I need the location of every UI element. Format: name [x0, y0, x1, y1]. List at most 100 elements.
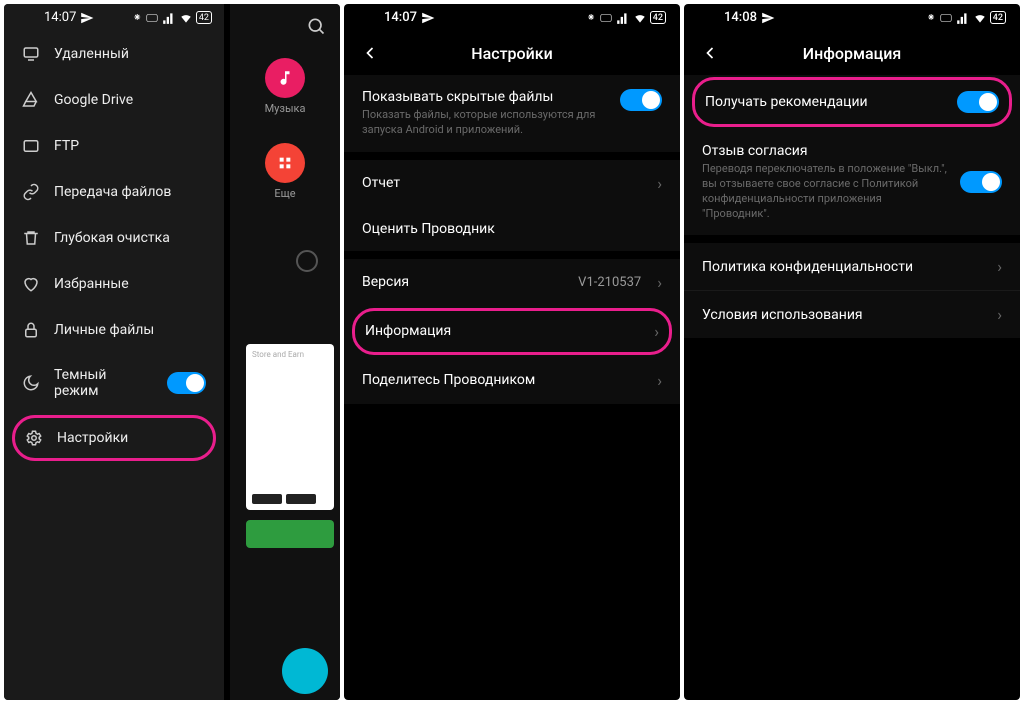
- store-badge: [252, 494, 282, 504]
- wifi-icon: [633, 11, 647, 25]
- drawer-label: Удаленный: [54, 46, 129, 62]
- more-label: Еще: [274, 187, 295, 200]
- volte-icon: [145, 11, 159, 25]
- setting-title: Версия: [362, 274, 568, 290]
- recommendations-toggle[interactable]: [957, 91, 999, 113]
- setting-title: Информация: [365, 323, 644, 339]
- consent-toggle[interactable]: [960, 171, 1002, 193]
- chevron-right-icon: ›: [657, 273, 662, 292]
- drawer-label: FTP: [54, 138, 79, 154]
- setting-consent[interactable]: Отзыв согласия Переводя переключатель в …: [684, 129, 1020, 235]
- moon-icon: [22, 374, 40, 392]
- drawer-item-transfer[interactable]: Передача файлов: [4, 169, 224, 215]
- setting-rate[interactable]: Оценить Проводник: [344, 207, 680, 251]
- setting-title: Показывать скрытые файлы: [362, 89, 610, 105]
- status-bar: 14:07 ⁕ 42: [344, 4, 680, 31]
- setting-subtitle: Показать файлы, которые используются для…: [362, 108, 610, 138]
- bluetooth-icon: ⁕: [587, 11, 596, 24]
- drawer-item-cleanup[interactable]: Глубокая очистка: [4, 215, 224, 261]
- battery-icon: 42: [196, 11, 212, 24]
- drawer-item-favorites[interactable]: Избранные: [4, 261, 224, 307]
- store-badge: [286, 494, 316, 504]
- gear-icon: [25, 429, 43, 447]
- drawer-item-settings[interactable]: Настройки: [12, 415, 216, 461]
- setting-information[interactable]: Информация ›: [352, 308, 672, 355]
- bluetooth-icon: ⁕: [927, 11, 936, 24]
- battery-icon: 42: [990, 11, 1006, 24]
- drawer-label: Глубокая очистка: [54, 230, 170, 246]
- header: Информация: [684, 31, 1020, 75]
- remote-icon: [22, 45, 40, 63]
- setting-title: Отчет: [362, 175, 647, 191]
- phone-screen-3: 14:08 ⁕ 42 Информация Получать рекоменда…: [684, 4, 1020, 700]
- chevron-left-icon: [360, 43, 380, 63]
- drawer-item-ftp[interactable]: FTP: [4, 123, 224, 169]
- setting-title: Получать рекомендации: [705, 94, 947, 110]
- setting-title: Отзыв согласия: [702, 143, 950, 159]
- back-button[interactable]: [698, 41, 722, 65]
- drawer-label: Личные файлы: [54, 322, 154, 338]
- setting-privacy[interactable]: Политика конфиденциальности ›: [684, 243, 1020, 290]
- drawer-label: Передача файлов: [54, 184, 171, 200]
- category-more[interactable]: Еще: [265, 143, 305, 200]
- back-button[interactable]: [358, 41, 382, 65]
- bluetooth-icon: ⁕: [133, 11, 142, 24]
- page-title: Настройки: [471, 44, 552, 63]
- drawer-label: Google Drive: [54, 92, 133, 108]
- signal-icon: [162, 11, 176, 25]
- status-bar: 14:07 ⁕ 42: [4, 4, 224, 31]
- promo-text: Store and Earn: [252, 350, 328, 359]
- trash-icon: [22, 229, 40, 247]
- search-icon[interactable]: [230, 4, 340, 48]
- chevron-left-icon: [700, 43, 720, 63]
- drawer-item-gdrive[interactable]: Google Drive: [4, 77, 224, 123]
- phone-screen-2: 14:07 ⁕ 42 Настройки Показывать скрытые …: [344, 4, 680, 700]
- setting-title: Условия использования: [702, 307, 987, 323]
- page-title: Информация: [803, 44, 901, 63]
- signal-icon: [956, 11, 970, 25]
- promo-card[interactable]: Store and Earn: [246, 344, 334, 510]
- setting-recommendations[interactable]: Получать рекомендации: [692, 77, 1012, 127]
- setting-share[interactable]: Поделитесь Проводником ›: [344, 357, 680, 404]
- status-bar: 14:08 ⁕ 42: [684, 4, 1020, 31]
- loading-ring: [296, 250, 318, 272]
- clock: 14:07: [384, 10, 417, 25]
- chevron-right-icon: ›: [997, 257, 1002, 276]
- setting-title: Поделитесь Проводником: [362, 372, 647, 388]
- setting-terms[interactable]: Условия использования ›: [684, 291, 1020, 338]
- drawer-label: Настройки: [57, 430, 128, 446]
- chevron-right-icon: ›: [997, 305, 1002, 324]
- setting-hidden-files[interactable]: Показывать скрытые файлы Показать файлы,…: [344, 75, 680, 152]
- clock: 14:07: [44, 10, 76, 25]
- header: Настройки: [344, 31, 680, 75]
- setting-report[interactable]: Отчет ›: [344, 160, 680, 207]
- ftp-icon: [22, 137, 40, 155]
- telegram-icon: [421, 11, 435, 25]
- signal-icon: [616, 11, 630, 25]
- phone-screen-1: Музыка Еще Store and Earn: [4, 4, 340, 700]
- drawer-item-darkmode[interactable]: Темный режим: [4, 353, 224, 413]
- wifi-icon: [973, 11, 987, 25]
- link-icon: [22, 183, 40, 201]
- chevron-right-icon: ›: [657, 174, 662, 193]
- lock-icon: [22, 321, 40, 339]
- battery-icon: 42: [650, 11, 666, 24]
- chevron-right-icon: ›: [654, 322, 659, 341]
- setting-version[interactable]: Версия V1-210537 ›: [344, 259, 680, 306]
- heart-icon: [22, 275, 40, 293]
- drawer-item-remote[interactable]: Удаленный: [4, 31, 224, 77]
- telegram-icon: [80, 11, 94, 25]
- volte-icon: [939, 11, 953, 25]
- hidden-files-toggle[interactable]: [620, 89, 662, 111]
- chevron-right-icon: ›: [657, 371, 662, 390]
- gdrive-icon: [22, 91, 40, 109]
- darkmode-toggle[interactable]: [167, 372, 206, 394]
- action-button[interactable]: [246, 520, 334, 548]
- drawer-label: Темный режим: [54, 367, 153, 399]
- drawer-item-private[interactable]: Личные файлы: [4, 307, 224, 353]
- telegram-icon: [761, 11, 775, 25]
- nav-drawer: 14:07 ⁕ 42 Удаленный Google Drive: [4, 4, 224, 700]
- fab-button[interactable]: [282, 648, 328, 694]
- setting-title: Политика конфиденциальности: [702, 259, 987, 275]
- category-music[interactable]: Музыка: [265, 58, 306, 115]
